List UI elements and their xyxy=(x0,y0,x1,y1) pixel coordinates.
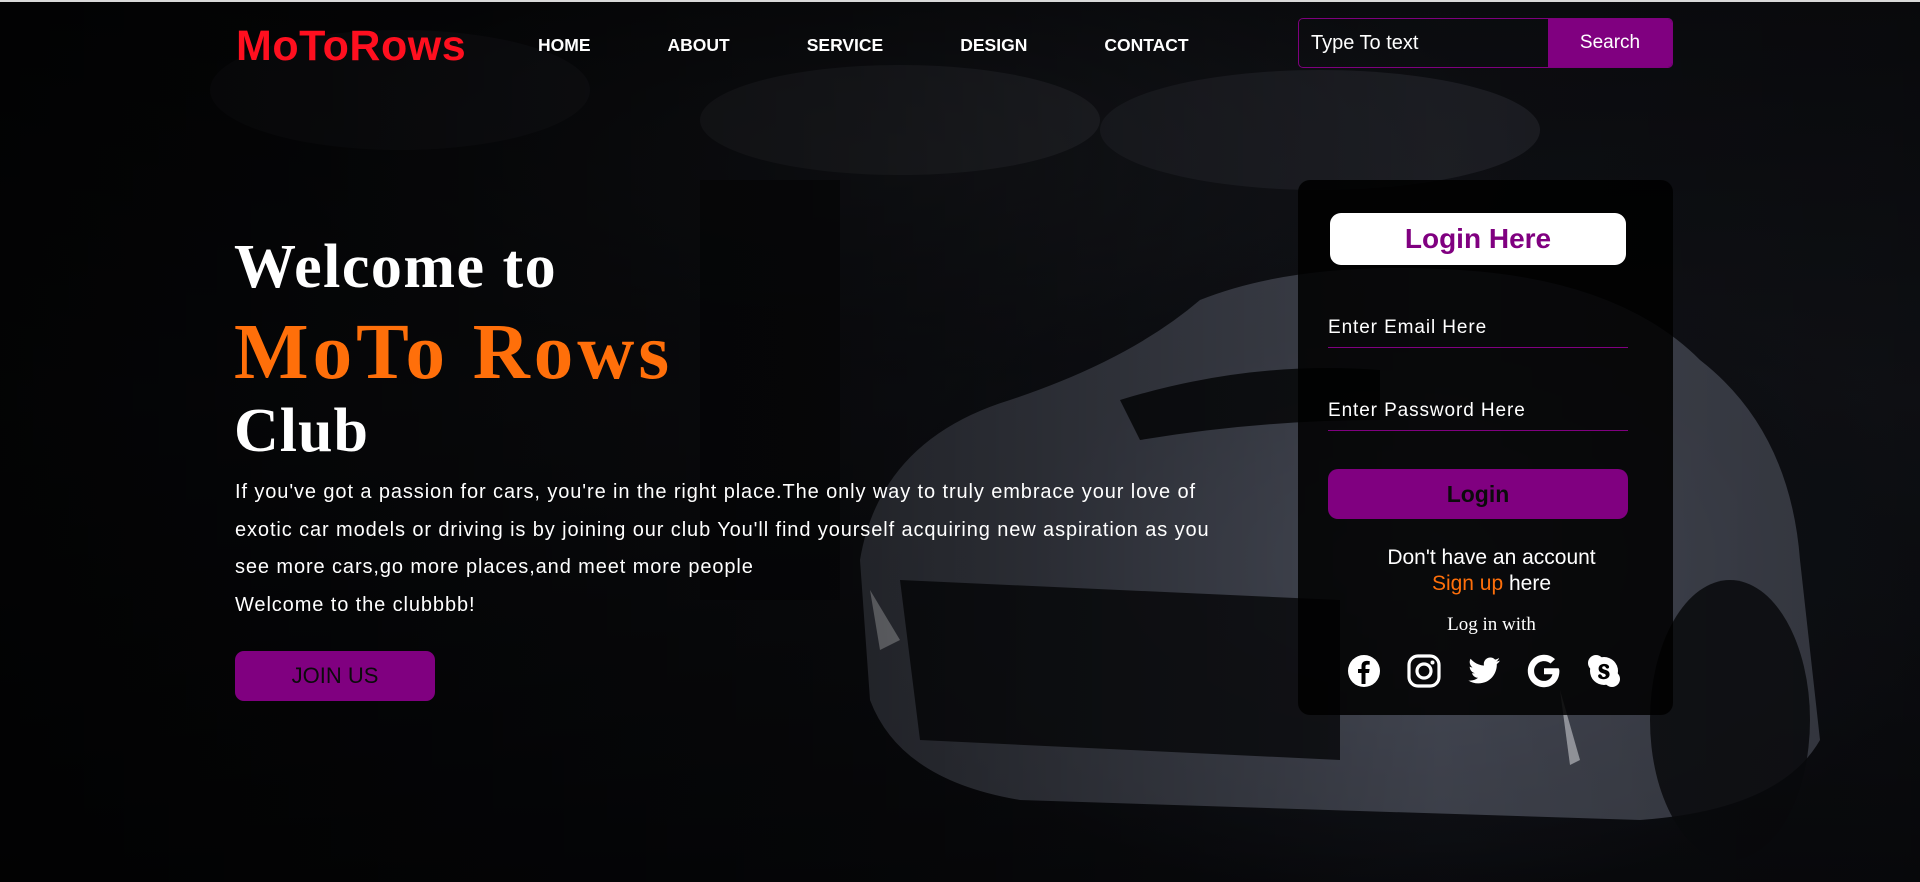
top-border xyxy=(0,0,1920,2)
login-button[interactable]: Login xyxy=(1328,469,1628,519)
login-with-label: Log in with xyxy=(1447,614,1536,635)
nav-design[interactable]: DESIGN xyxy=(960,35,1027,56)
nav-home[interactable]: HOME xyxy=(538,35,591,56)
site-logo[interactable]: MoToRows xyxy=(236,22,466,71)
email-field[interactable] xyxy=(1328,308,1628,348)
hero-description: If you've got a passion for cars, you're… xyxy=(235,474,1285,624)
search-button[interactable]: Search xyxy=(1548,19,1672,67)
skype-icon[interactable] xyxy=(1586,653,1622,689)
hero-description-line: exotic car models or driving is by joini… xyxy=(235,518,1210,541)
join-us-button[interactable]: JOIN US xyxy=(235,651,435,701)
nav-contact[interactable]: CONTACT xyxy=(1104,35,1188,56)
signup-link[interactable]: Sign up xyxy=(1432,572,1503,595)
search-bar: Search xyxy=(1298,18,1673,68)
nav-service[interactable]: SERVICE xyxy=(807,35,884,56)
instagram-icon[interactable] xyxy=(1406,653,1442,689)
login-title: Login Here xyxy=(1330,213,1626,265)
search-input[interactable] xyxy=(1299,19,1548,67)
hero-description-line: see more cars,go more places,and meet mo… xyxy=(235,556,754,578)
hero-description-line: Welcome to the clubbbb! xyxy=(235,593,476,616)
signup-prompt: Don't have an account Sign up here xyxy=(1298,545,1673,597)
nav-about[interactable]: ABOUT xyxy=(668,35,730,56)
hero-description-line: If you've got a passion for cars, you're… xyxy=(235,481,1196,503)
password-field[interactable] xyxy=(1328,391,1628,431)
twitter-icon[interactable] xyxy=(1466,653,1502,689)
main-nav: HOME ABOUT SERVICE DESIGN CONTACT xyxy=(538,35,1266,56)
signup-suffix: here xyxy=(1503,572,1552,595)
hero-title-brand: MoTo Rows xyxy=(234,309,674,396)
facebook-icon[interactable] xyxy=(1346,653,1382,689)
no-account-text: Don't have an account xyxy=(1387,546,1596,569)
signup-line: Sign up here xyxy=(1310,571,1673,597)
hero-title-club: Club xyxy=(234,397,369,465)
social-login-icons xyxy=(1346,653,1646,689)
login-panel: Login Here Login Don't have an account S… xyxy=(1298,180,1673,715)
hero-title-welcome: Welcome to xyxy=(234,233,558,301)
google-icon[interactable] xyxy=(1526,653,1562,689)
